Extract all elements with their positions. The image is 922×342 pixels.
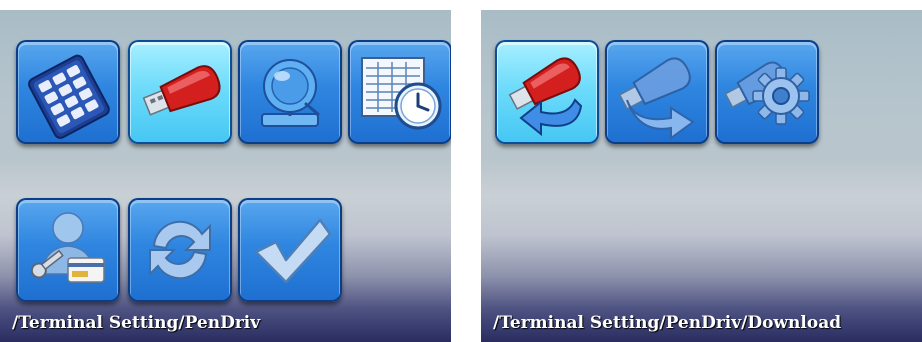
pen-drive-download-button[interactable] (495, 40, 599, 144)
keypad-icon (28, 54, 110, 139)
user-card-button[interactable] (16, 198, 120, 302)
schedule-clock-icon (361, 57, 442, 130)
pen-drive-button[interactable] (128, 40, 232, 144)
breadcrumb-path: /Terminal Setting/PenDriv/Download (493, 313, 842, 333)
pen-drive-download-icon (508, 57, 583, 137)
terminal-screen-pendriv: /Terminal Setting/PenDriv (0, 10, 451, 342)
confirm-button[interactable] (238, 198, 342, 302)
schedule-button[interactable] (348, 40, 451, 144)
sync-button[interactable] (128, 198, 232, 302)
user-card-key-icon (30, 212, 105, 283)
sync-arrows-icon (149, 220, 211, 280)
pen-drive-settings-button[interactable] (715, 40, 819, 144)
keypad-button[interactable] (16, 40, 120, 144)
bell-icon (261, 59, 320, 127)
terminal-screen-download: /Terminal Setting/PenDriv/Download (481, 10, 922, 342)
pen-drive-settings-icon (724, 61, 810, 125)
breadcrumb-path: /Terminal Setting/PenDriv (12, 313, 261, 333)
pen-drive-upload-icon (618, 57, 695, 140)
pen-drive-icon (142, 65, 221, 116)
bell-button[interactable] (238, 40, 342, 144)
checkmark-icon (254, 218, 332, 284)
pen-drive-upload-button[interactable] (605, 40, 709, 144)
